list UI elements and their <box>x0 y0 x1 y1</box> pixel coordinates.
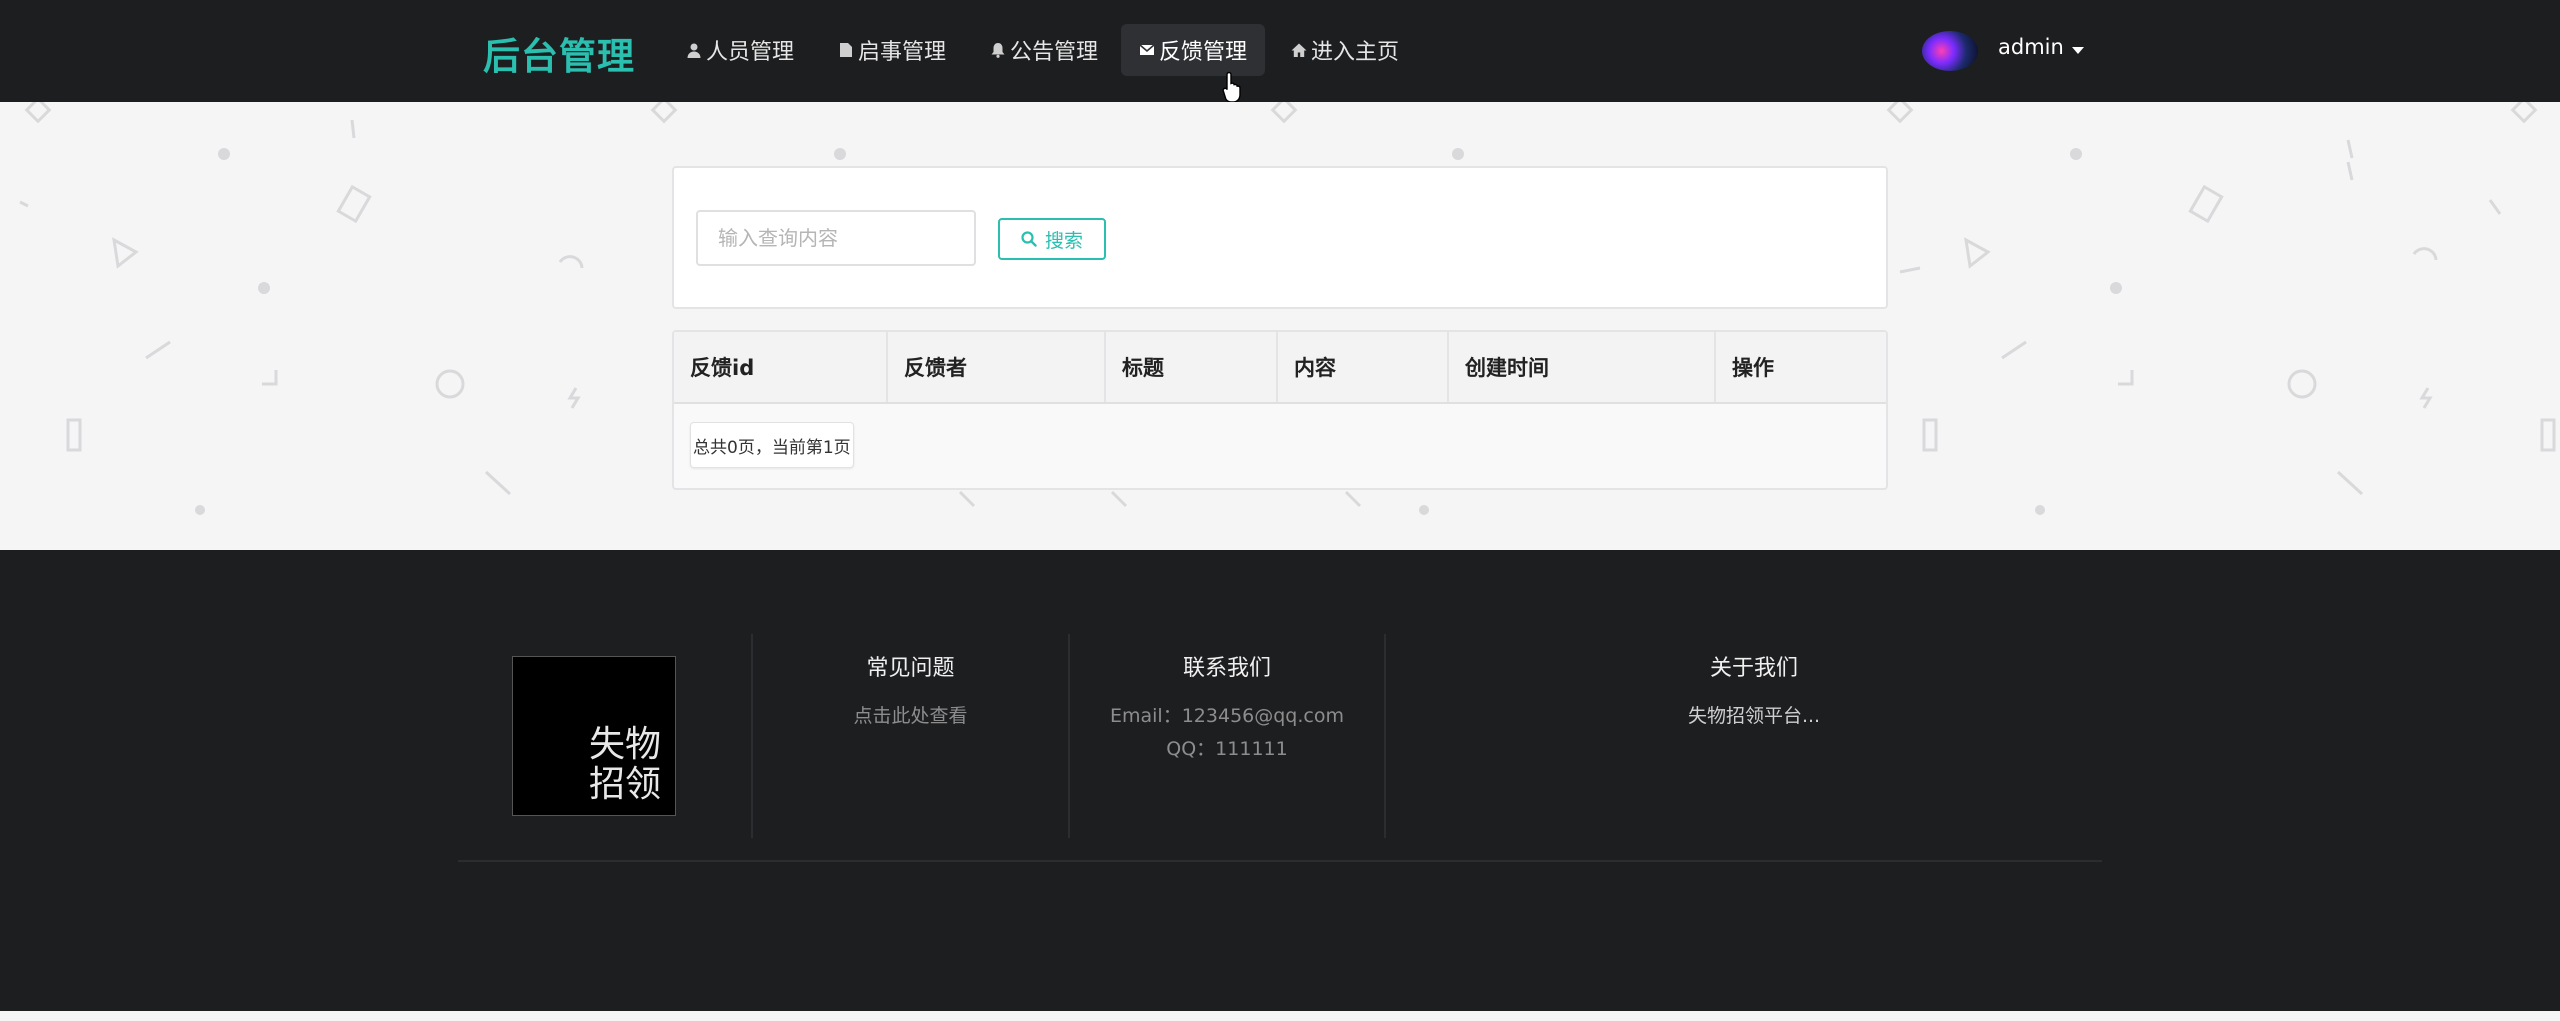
user-avatar[interactable] <box>1922 31 1978 71</box>
footer: 失物招领 常见问题 点击此处查看 联系我们 Email：123456@qq.co… <box>0 550 2560 1011</box>
nav-item-label: 启事管理 <box>858 40 947 65</box>
site-logo[interactable]: 失物招领 <box>512 656 676 816</box>
contact-qq: QQ：111111 <box>1166 738 1288 760</box>
nav-item-label: 人员管理 <box>706 40 795 65</box>
column-header-title[interactable]: 标题 <box>1106 332 1278 402</box>
feedback-table: 反馈id 反馈者 标题 内容 创建时间 操作 总共0页，当前第1页 <box>672 330 1888 490</box>
nav-item-label: 进入主页 <box>1311 40 1400 65</box>
column-header-created-time[interactable]: 创建时间 <box>1449 332 1716 402</box>
bell-icon <box>991 43 1005 58</box>
nav-item-notices[interactable]: 启事管理 <box>820 24 964 76</box>
nav-item-announcements[interactable]: 公告管理 <box>972 24 1116 76</box>
file-icon <box>840 43 852 57</box>
about-text: 失物招领平台... <box>1687 705 1821 727</box>
faq-link[interactable]: 点击此处查看 <box>753 700 1068 733</box>
bottom-strip <box>0 1011 2560 1021</box>
search-input[interactable] <box>696 210 976 266</box>
search-panel: 搜索 <box>672 166 1888 309</box>
footer-separator <box>458 860 2102 862</box>
caret-down-icon[interactable] <box>2072 47 2084 54</box>
contact-title: 联系我们 <box>1182 656 1271 681</box>
nav-item-personnel[interactable]: 人员管理 <box>668 24 812 76</box>
about-title: 关于我们 <box>1709 656 1798 681</box>
nav-item-home[interactable]: 进入主页 <box>1273 24 1417 76</box>
hand-cursor-icon <box>1222 71 1241 103</box>
search-icon <box>1021 231 1037 247</box>
user-name[interactable]: admin <box>1998 35 2064 59</box>
brand-title[interactable]: 后台管理 <box>483 26 635 80</box>
contact-email: Email：123456@qq.com <box>1110 705 1344 727</box>
nav-item-feedback[interactable]: 反馈管理 <box>1121 24 1266 76</box>
search-button[interactable]: 搜索 <box>998 218 1106 260</box>
table-header: 反馈id 反馈者 标题 内容 创建时间 操作 <box>674 332 1886 404</box>
pagination-info: 总共0页，当前第1页 <box>690 422 854 468</box>
user-icon <box>687 43 701 58</box>
main-content: 搜索 反馈id 反馈者 标题 内容 创建时间 操作 总共0页，当前第1页 <box>0 102 2560 550</box>
column-header-content[interactable]: 内容 <box>1278 332 1449 402</box>
nav-item-label: 公告管理 <box>1010 40 1099 65</box>
nav-item-label: 反馈管理 <box>1159 40 1248 65</box>
top-navbar: 后台管理 人员管理 启事管理 公告管理 反馈管理 进入主页 admin <box>0 0 2560 103</box>
footer-about: 关于我们 失物招领平台... <box>1386 650 2122 733</box>
column-header-feedback-id[interactable]: 反馈id <box>674 332 888 402</box>
faq-title: 常见问题 <box>866 656 955 681</box>
footer-contact: 联系我们 Email：123456@qq.com QQ：111111 <box>1070 650 1384 766</box>
envelope-icon <box>1139 44 1155 55</box>
logo-text: 失物招领 <box>588 724 661 805</box>
search-button-label: 搜索 <box>1044 229 1083 252</box>
home-icon <box>1291 43 1307 57</box>
column-header-actions[interactable]: 操作 <box>1716 332 1886 402</box>
column-header-submitter[interactable]: 反馈者 <box>888 332 1106 402</box>
footer-faq: 常见问题 点击此处查看 <box>753 650 1068 733</box>
